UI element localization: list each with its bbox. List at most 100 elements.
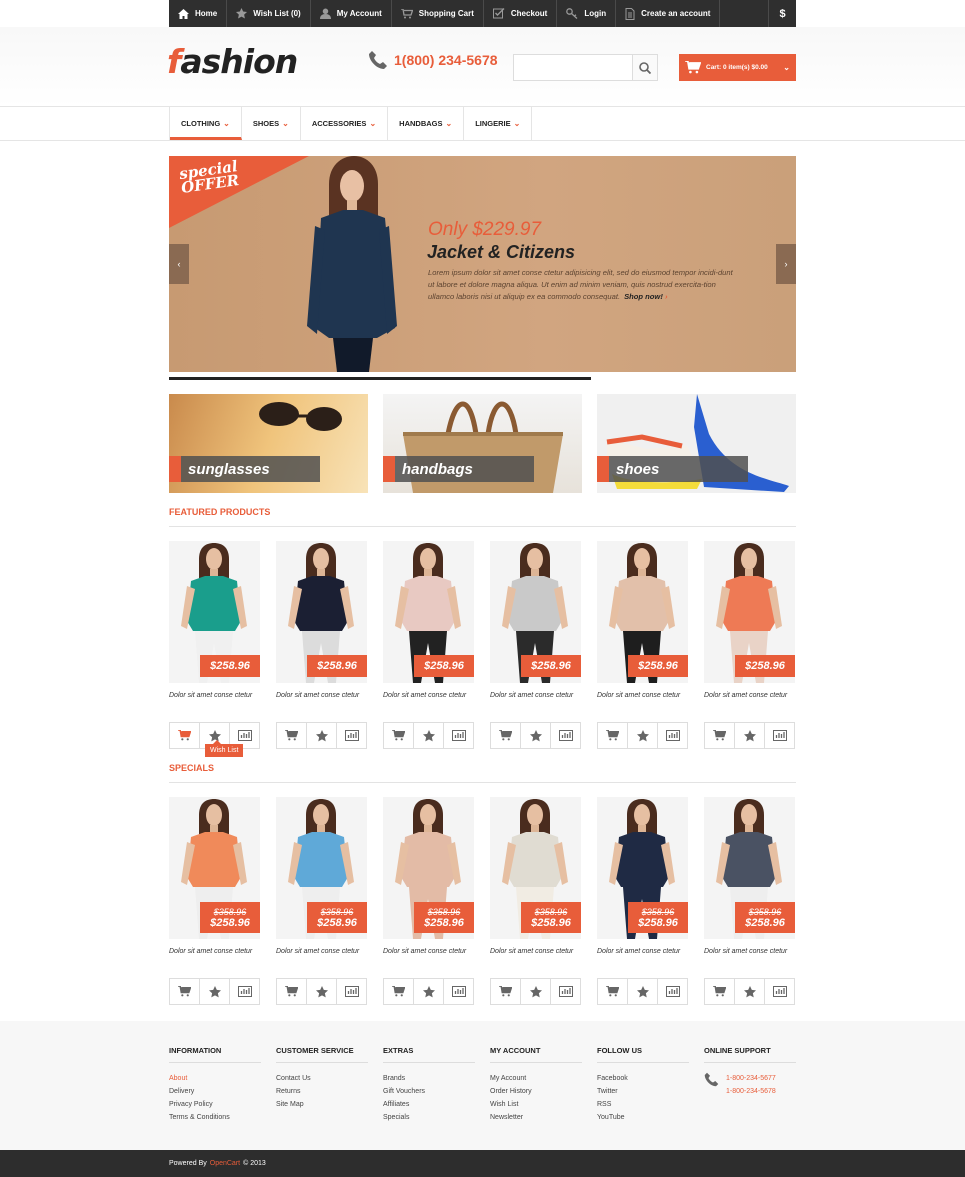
footer-link[interactable]: My Account bbox=[490, 1072, 582, 1085]
topbar-home-link[interactable]: Home bbox=[169, 0, 228, 27]
compare-button[interactable] bbox=[230, 979, 259, 1004]
product-name[interactable]: Dolor sit amet conse ctetur bbox=[704, 948, 796, 978]
add-to-wishlist-button[interactable] bbox=[628, 979, 658, 1004]
search-button[interactable] bbox=[632, 55, 657, 80]
slider-next-button[interactable]: › bbox=[776, 244, 796, 284]
compare-button[interactable] bbox=[444, 979, 473, 1004]
add-to-cart-button[interactable] bbox=[491, 723, 521, 748]
topbar-create-account-link[interactable]: Create an account bbox=[616, 0, 721, 27]
add-to-wishlist-button[interactable] bbox=[414, 979, 444, 1004]
nav-item-lingerie[interactable]: LINGERIE ⌄ bbox=[464, 107, 533, 140]
add-to-wishlist-button[interactable] bbox=[735, 979, 765, 1004]
add-to-wishlist-button[interactable] bbox=[307, 979, 337, 1004]
shop-now-link[interactable]: Shop now! › bbox=[624, 292, 667, 301]
product-name[interactable]: Dolor sit amet conse ctetur bbox=[276, 692, 368, 722]
currency-selector[interactable]: $ bbox=[769, 0, 796, 27]
topbar-account-link[interactable]: My Account bbox=[311, 0, 392, 27]
footer-link[interactable]: Facebook bbox=[597, 1072, 689, 1085]
product-image-link[interactable]: $258.96 bbox=[383, 541, 474, 683]
product-image-link[interactable]: $358.96 $258.96 bbox=[490, 797, 581, 939]
footer-link[interactable]: Contact Us bbox=[276, 1072, 368, 1085]
banner-handbags[interactable]: handbags bbox=[383, 394, 582, 493]
topbar-wishlist-link[interactable]: Wish List (0) bbox=[227, 0, 311, 27]
product-image-link[interactable]: $358.96 $258.96 bbox=[169, 797, 260, 939]
add-to-cart-button[interactable] bbox=[491, 979, 521, 1004]
footer-link[interactable]: Brands bbox=[383, 1072, 475, 1085]
nav-item-clothing[interactable]: CLOTHING ⌄ bbox=[170, 107, 242, 140]
footer-link[interactable]: About bbox=[169, 1072, 261, 1085]
footer-link[interactable]: RSS bbox=[597, 1098, 689, 1111]
opencart-link[interactable]: OpenCart bbox=[210, 1160, 240, 1167]
add-to-cart-button[interactable] bbox=[384, 979, 414, 1004]
footer-link[interactable]: Wish List bbox=[490, 1098, 582, 1111]
footer-link[interactable]: Order History bbox=[490, 1085, 582, 1098]
footer-link[interactable]: Affiliates bbox=[383, 1098, 475, 1111]
footer-link[interactable]: Specials bbox=[383, 1111, 475, 1124]
support-phone-link[interactable]: 1-800-234-5678 bbox=[726, 1085, 776, 1098]
compare-button[interactable] bbox=[551, 979, 580, 1004]
topbar-login-link[interactable]: Login bbox=[557, 0, 617, 27]
footer-link[interactable]: Returns bbox=[276, 1085, 368, 1098]
banner-shoes[interactable]: shoes bbox=[597, 394, 796, 493]
cart-dropdown[interactable]: Cart: 0 item(s) $0.00 ⌄ bbox=[679, 54, 796, 81]
footer-link[interactable]: Site Map bbox=[276, 1098, 368, 1111]
product-name[interactable]: Dolor sit amet conse ctetur bbox=[383, 692, 475, 722]
compare-button[interactable] bbox=[658, 723, 687, 748]
logo[interactable]: fashion bbox=[167, 42, 298, 81]
add-to-wishlist-button[interactable] bbox=[307, 723, 337, 748]
product-image-link[interactable]: $358.96 $258.96 bbox=[383, 797, 474, 939]
footer-link[interactable]: Privacy Policy bbox=[169, 1098, 261, 1111]
footer-link[interactable]: YouTube bbox=[597, 1111, 689, 1124]
product-image-link[interactable]: $258.96 bbox=[490, 541, 581, 683]
product-name[interactable]: Dolor sit amet conse ctetur bbox=[490, 692, 582, 722]
compare-button[interactable] bbox=[337, 979, 366, 1004]
product-name[interactable]: Dolor sit amet conse ctetur bbox=[597, 692, 689, 722]
product-name[interactable]: Dolor sit amet conse ctetur bbox=[169, 692, 261, 722]
product-image-link[interactable]: $358.96 $258.96 bbox=[597, 797, 688, 939]
compare-button[interactable] bbox=[658, 979, 687, 1004]
product-name[interactable]: Dolor sit amet conse ctetur bbox=[383, 948, 475, 978]
add-to-cart-button[interactable] bbox=[598, 723, 628, 748]
nav-item-shoes[interactable]: SHOES ⌄ bbox=[242, 107, 301, 140]
compare-button[interactable] bbox=[765, 979, 794, 1004]
product-image-link[interactable]: $358.96 $258.96 bbox=[276, 797, 367, 939]
footer-link[interactable]: Twitter bbox=[597, 1085, 689, 1098]
product-name[interactable]: Dolor sit amet conse ctetur bbox=[169, 948, 261, 978]
nav-item-accessories[interactable]: ACCESSORIES ⌄ bbox=[301, 107, 389, 140]
nav-item-handbags[interactable]: HANDBAGS ⌄ bbox=[388, 107, 465, 140]
product-name[interactable]: Dolor sit amet conse ctetur bbox=[490, 948, 582, 978]
add-to-cart-button[interactable] bbox=[705, 723, 735, 748]
add-to-cart-button[interactable] bbox=[705, 979, 735, 1004]
hero-slider[interactable]: special OFFER Only $229.97 Jacket & Citi… bbox=[169, 156, 796, 372]
product-image-link[interactable]: $258.96 bbox=[597, 541, 688, 683]
footer-link[interactable]: Terms & Conditions bbox=[169, 1111, 261, 1124]
footer-link[interactable]: Newsletter bbox=[490, 1111, 582, 1124]
add-to-cart-button[interactable] bbox=[277, 979, 307, 1004]
add-to-wishlist-button[interactable] bbox=[521, 979, 551, 1004]
add-to-cart-button[interactable] bbox=[170, 723, 200, 748]
product-name[interactable]: Dolor sit amet conse ctetur bbox=[276, 948, 368, 978]
compare-button[interactable] bbox=[765, 723, 794, 748]
support-phone-link[interactable]: 1-800-234-5677 bbox=[726, 1072, 776, 1085]
product-image-link[interactable]: $258.96 bbox=[704, 541, 795, 683]
add-to-wishlist-button[interactable] bbox=[735, 723, 765, 748]
add-to-wishlist-button[interactable] bbox=[414, 723, 444, 748]
banner-sunglasses[interactable]: sunglasses bbox=[169, 394, 368, 493]
add-to-wishlist-button[interactable] bbox=[628, 723, 658, 748]
topbar-cart-link[interactable]: Shopping Cart bbox=[392, 0, 484, 27]
compare-button[interactable] bbox=[444, 723, 473, 748]
add-to-wishlist-button[interactable] bbox=[200, 979, 230, 1004]
footer-link[interactable]: Gift Vouchers bbox=[383, 1085, 475, 1098]
add-to-cart-button[interactable] bbox=[277, 723, 307, 748]
footer-link[interactable]: Delivery bbox=[169, 1085, 261, 1098]
compare-button[interactable] bbox=[337, 723, 366, 748]
product-image-link[interactable]: $258.96 bbox=[169, 541, 260, 683]
add-to-wishlist-button[interactable] bbox=[521, 723, 551, 748]
product-name[interactable]: Dolor sit amet conse ctetur bbox=[704, 692, 796, 722]
add-to-cart-button[interactable] bbox=[384, 723, 414, 748]
add-to-cart-button[interactable] bbox=[170, 979, 200, 1004]
compare-button[interactable] bbox=[551, 723, 580, 748]
product-image-link[interactable]: $358.96 $258.96 bbox=[704, 797, 795, 939]
slider-prev-button[interactable]: ‹ bbox=[169, 244, 189, 284]
search-input[interactable] bbox=[514, 55, 632, 80]
